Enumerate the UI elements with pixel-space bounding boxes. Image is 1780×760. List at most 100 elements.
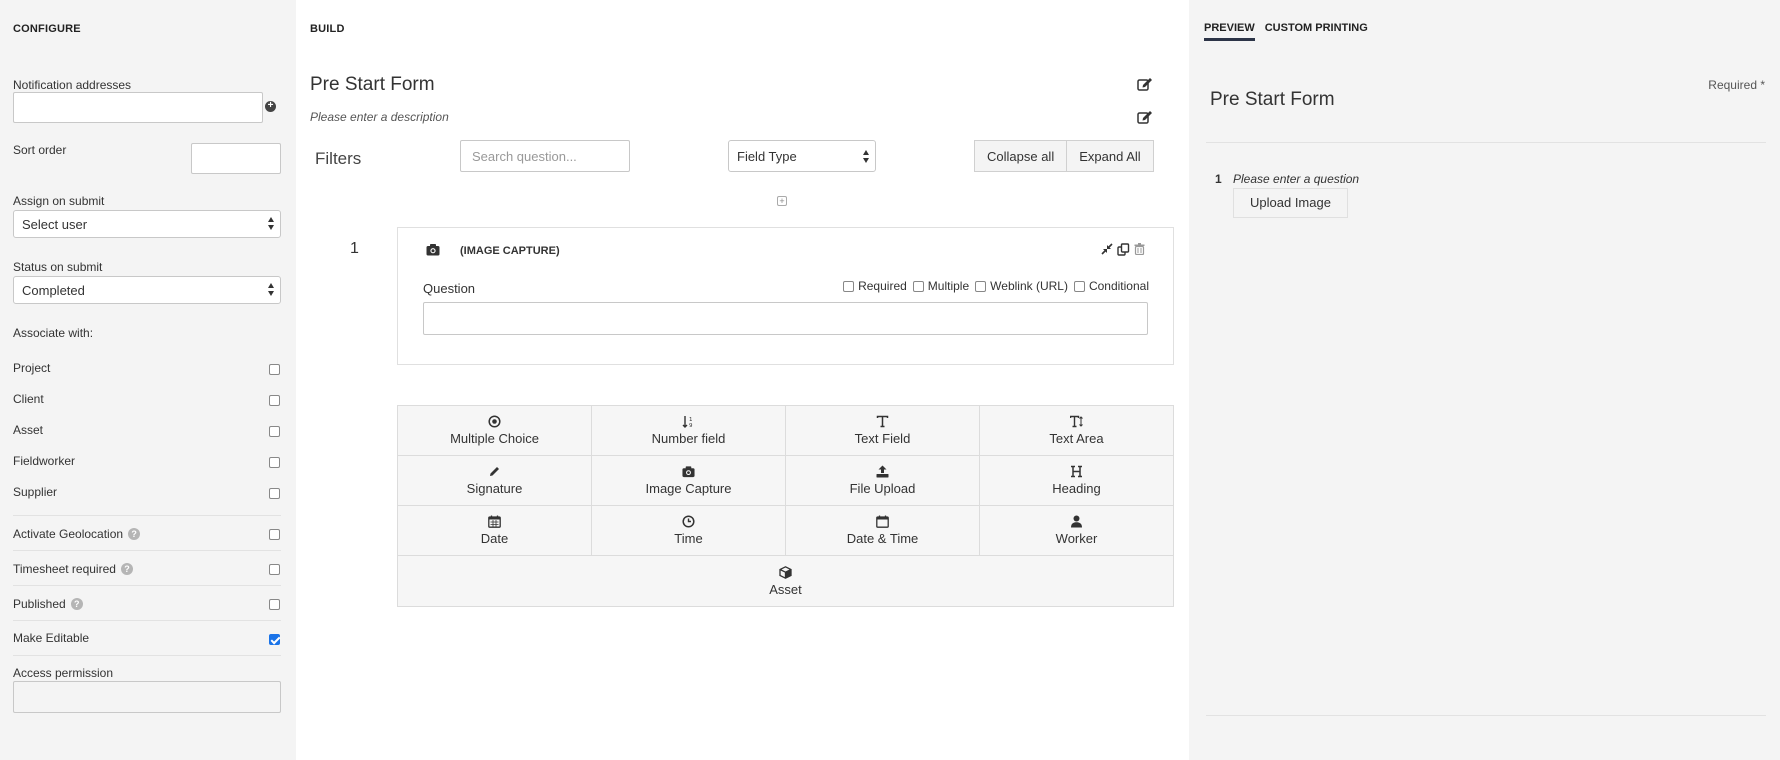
add-image-capture-button[interactable]: Image Capture (592, 456, 786, 505)
notification-label: Notification addresses (13, 78, 132, 92)
published-checkbox[interactable] (269, 599, 280, 610)
collapse-question-icon[interactable] (1101, 243, 1113, 255)
multiple-option[interactable]: Multiple (912, 279, 970, 293)
associate-fieldworker-checkbox[interactable] (269, 457, 280, 468)
add-text-area-button[interactable]: Text Area (980, 406, 1173, 455)
sort-order-input[interactable] (191, 143, 281, 174)
conditional-option[interactable]: Conditional (1073, 279, 1149, 293)
editable-checkbox[interactable] (269, 634, 280, 645)
configure-panel: CONFIGURE Notification addresses + Sort … (0, 0, 296, 760)
field-type-row: Date Time Date & Time Worker (398, 506, 1173, 556)
associate-label: Associate with: (13, 326, 94, 340)
timesheet-row: Timesheet required? (13, 562, 133, 576)
upload-image-button[interactable]: Upload Image (1233, 188, 1348, 218)
field-type-grid: Multiple Choice 19 Number field Text Fie… (397, 405, 1174, 607)
access-label: Access permission (13, 666, 114, 680)
insert-question-icon[interactable]: + (777, 196, 787, 206)
add-number-field-button[interactable]: 19 Number field (592, 406, 786, 455)
search-question-input[interactable]: Search question... (460, 140, 630, 172)
question-type-label: (IMAGE CAPTURE) (460, 245, 560, 257)
geolocation-checkbox[interactable] (269, 529, 280, 540)
add-heading-button[interactable]: Heading (980, 456, 1173, 505)
assign-user-select[interactable]: Select user (13, 210, 281, 238)
status-label: Status on submit (13, 260, 103, 274)
duplicate-question-icon[interactable] (1117, 243, 1130, 256)
add-notification-icon[interactable]: + (265, 101, 276, 112)
editable-label: Make Editable (13, 631, 90, 645)
associate-client-checkbox[interactable] (269, 395, 280, 406)
help-icon[interactable]: ? (128, 528, 141, 540)
divider (13, 550, 281, 551)
access-permission-input[interactable] (13, 681, 281, 713)
required-option[interactable]: Required (843, 279, 907, 293)
numeric-sort-icon: 19 (682, 416, 693, 428)
add-signature-button[interactable]: Signature (398, 456, 592, 505)
calendar-outline-icon (876, 515, 889, 528)
edit-description-icon[interactable] (1137, 110, 1153, 124)
add-date-button[interactable]: Date (398, 506, 592, 555)
asset-label: Asset (769, 581, 802, 597)
required-checkbox[interactable] (843, 280, 855, 292)
help-icon[interactable]: ? (120, 563, 133, 575)
timesheet-checkbox[interactable] (269, 564, 280, 575)
clock-icon (682, 515, 695, 528)
add-text-field-button[interactable]: Text Field (786, 406, 980, 455)
cube-icon (779, 565, 792, 579)
svg-text:9: 9 (689, 423, 693, 428)
divider (13, 515, 281, 516)
collapse-all-button[interactable]: Collapse all (974, 140, 1068, 172)
tab-custom-printing[interactable]: CUSTOM PRINTING (1265, 22, 1368, 41)
add-multiple-choice-button[interactable]: Multiple Choice (398, 406, 592, 455)
text-height-icon (1070, 415, 1083, 428)
form-description: Please enter a description (310, 110, 449, 124)
add-worker-button[interactable]: Worker (980, 506, 1173, 555)
collapse-expand-group: Collapse all Expand All (974, 140, 1154, 172)
add-asset-button[interactable]: Asset (398, 556, 1173, 606)
question-number: 1 (350, 240, 359, 257)
divider (13, 655, 281, 656)
weblink-checkbox[interactable] (975, 280, 987, 292)
required-option-label: Required (858, 279, 907, 293)
multiple-checkbox[interactable] (912, 280, 924, 292)
user-icon (1071, 515, 1082, 528)
notification-input[interactable] (13, 92, 263, 123)
question-text-input[interactable] (423, 302, 1148, 335)
text-field-label: Text Field (854, 431, 911, 446)
associate-client-label: Client (13, 392, 44, 406)
date-time-label: Date & Time (846, 531, 919, 546)
add-time-button[interactable]: Time (592, 506, 786, 555)
edit-title-icon[interactable] (1137, 77, 1153, 91)
divider (1206, 142, 1766, 143)
signature-label: Signature (466, 481, 523, 496)
filters-label: Filters (315, 149, 362, 168)
field-type-row: Multiple Choice 19 Number field Text Fie… (398, 406, 1173, 456)
question-card[interactable]: (IMAGE CAPTURE) Question Required Multip… (397, 227, 1174, 365)
divider (1206, 715, 1766, 716)
field-type-select[interactable]: Field Type (728, 140, 876, 172)
help-icon[interactable]: ? (70, 598, 83, 610)
select-arrows-icon (863, 150, 869, 164)
associate-project-checkbox[interactable] (269, 364, 280, 375)
preview-panel: PREVIEW CUSTOM PRINTING Required * Pre S… (1189, 0, 1780, 760)
multiple-option-label: Multiple (927, 279, 970, 293)
conditional-checkbox[interactable] (1073, 280, 1085, 292)
tab-preview[interactable]: PREVIEW (1204, 22, 1255, 41)
question-options: Required Multiple Weblink (URL) Conditio… (843, 279, 1149, 293)
assign-label: Assign on submit (13, 194, 105, 208)
associate-asset-label: Asset (13, 423, 44, 437)
expand-all-button[interactable]: Expand All (1067, 140, 1154, 172)
upload-icon (876, 465, 889, 478)
pencil-icon (490, 467, 499, 476)
camera-icon (682, 466, 695, 478)
associate-asset-checkbox[interactable] (269, 426, 280, 437)
divider (13, 585, 281, 586)
add-file-upload-button[interactable]: File Upload (786, 456, 980, 505)
text-area-label: Text Area (1049, 431, 1104, 446)
add-date-time-button[interactable]: Date & Time (786, 506, 980, 555)
weblink-option[interactable]: Weblink (URL) (975, 279, 1068, 293)
associate-supplier-checkbox[interactable] (269, 488, 280, 499)
status-select[interactable]: Completed (13, 276, 281, 304)
date-label: Date (480, 531, 509, 546)
multiple-choice-label: Multiple Choice (450, 431, 539, 446)
delete-question-icon[interactable] (1134, 243, 1145, 255)
